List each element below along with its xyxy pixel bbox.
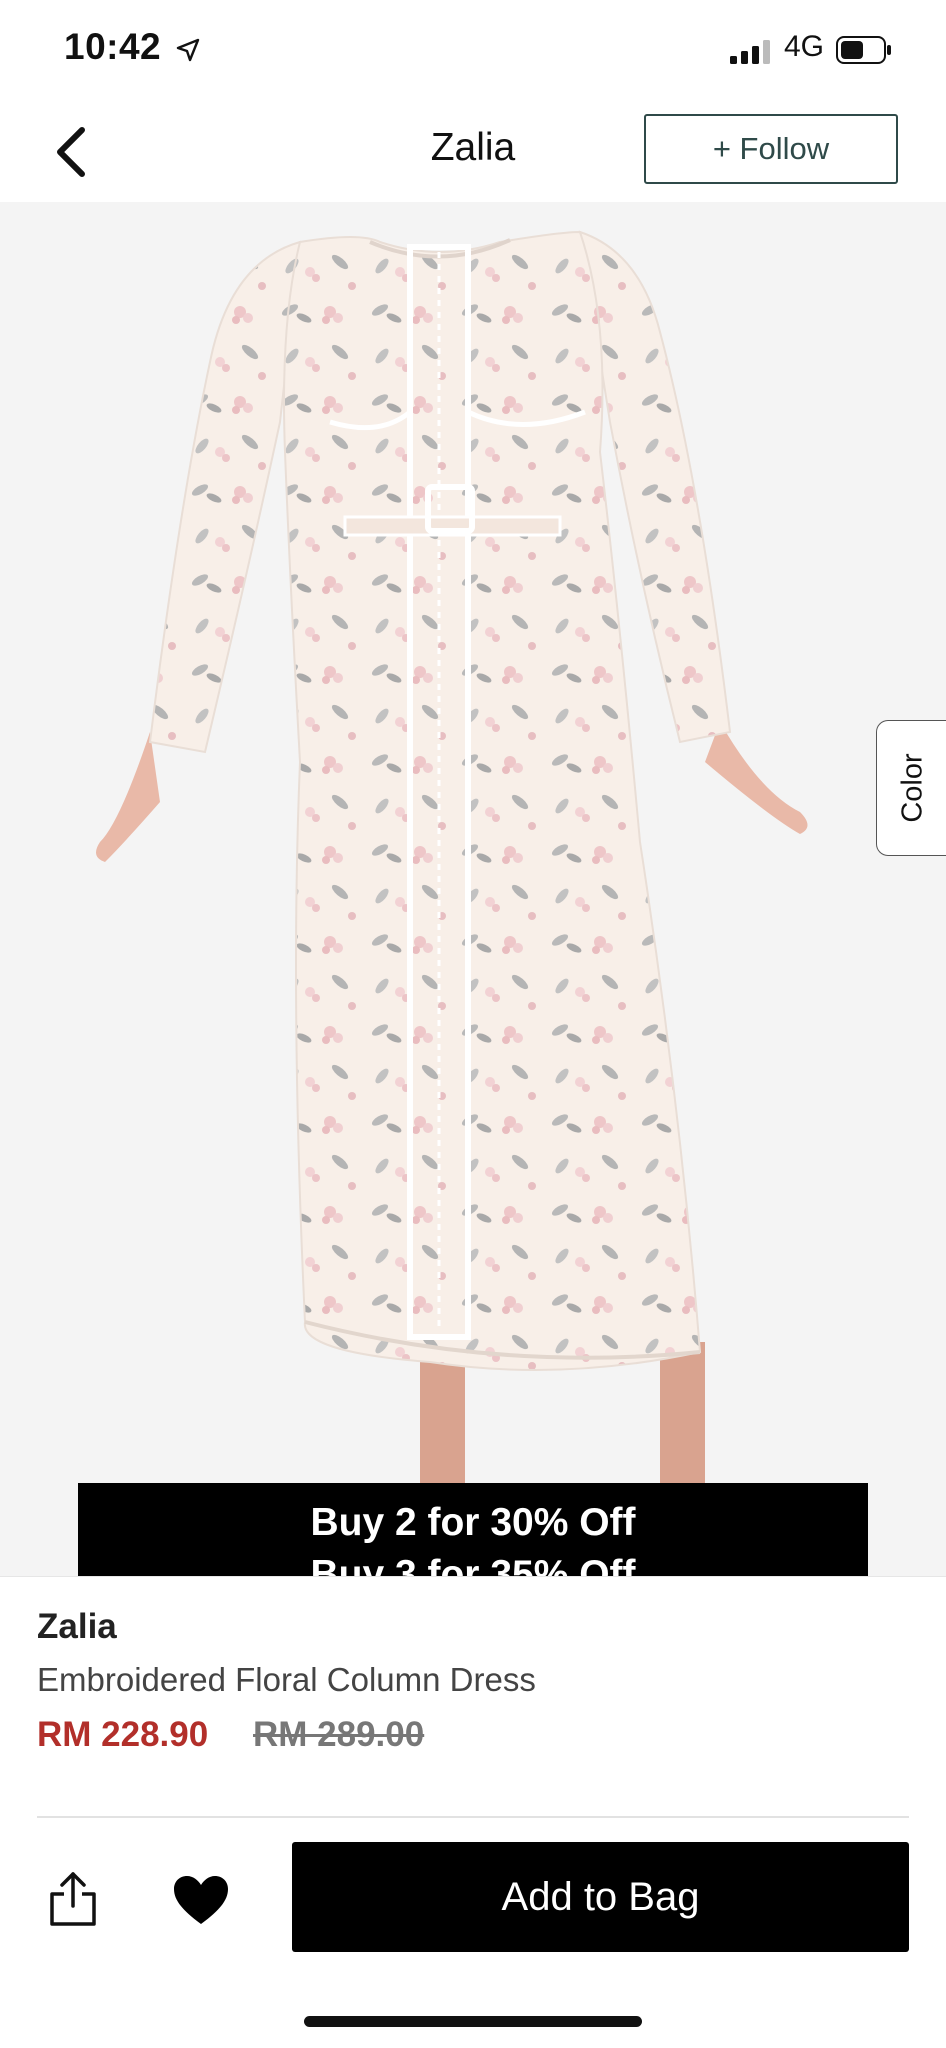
promo-line-1: Buy 2 for 30% Off bbox=[310, 1501, 636, 1544]
battery-icon bbox=[836, 36, 891, 64]
color-tab[interactable]: Color bbox=[876, 720, 946, 856]
divider bbox=[37, 1816, 909, 1818]
share-icon[interactable] bbox=[46, 1870, 100, 1928]
location-arrow-icon bbox=[176, 38, 200, 62]
dress-illustration bbox=[96, 230, 808, 1554]
product-name: Embroidered Floral Column Dress bbox=[37, 1661, 536, 1698]
sale-price: RM 228.90 bbox=[37, 1715, 209, 1754]
add-to-bag-button[interactable]: Add to Bag bbox=[292, 1842, 909, 1952]
home-indicator bbox=[304, 2016, 642, 2027]
color-tab-label: Color bbox=[896, 753, 928, 823]
product-brand[interactable]: Zalia bbox=[37, 1607, 117, 1647]
product-image[interactable]: Color Buy 2 for 30% Off Buy 3 for 35% Of… bbox=[0, 202, 946, 1576]
nav-bar: Zalia + Follow bbox=[0, 100, 946, 203]
heart-icon[interactable] bbox=[172, 1874, 230, 1926]
original-price: RM 289.00 bbox=[253, 1715, 425, 1754]
promo-line-2: Buy 3 for 35% Off bbox=[310, 1553, 636, 1576]
network-type: 4G bbox=[784, 30, 825, 63]
product-info: Zalia Embroidered Floral Column Dress RM… bbox=[0, 1576, 946, 1817]
signal-bars-icon bbox=[730, 40, 770, 64]
promo-banner: Buy 2 for 30% Off Buy 3 for 35% Off bbox=[78, 1483, 868, 1576]
follow-button[interactable]: + Follow bbox=[644, 114, 898, 184]
status-bar: 10:42 4G bbox=[0, 0, 946, 100]
status-time: 10:42 bbox=[64, 26, 162, 67]
